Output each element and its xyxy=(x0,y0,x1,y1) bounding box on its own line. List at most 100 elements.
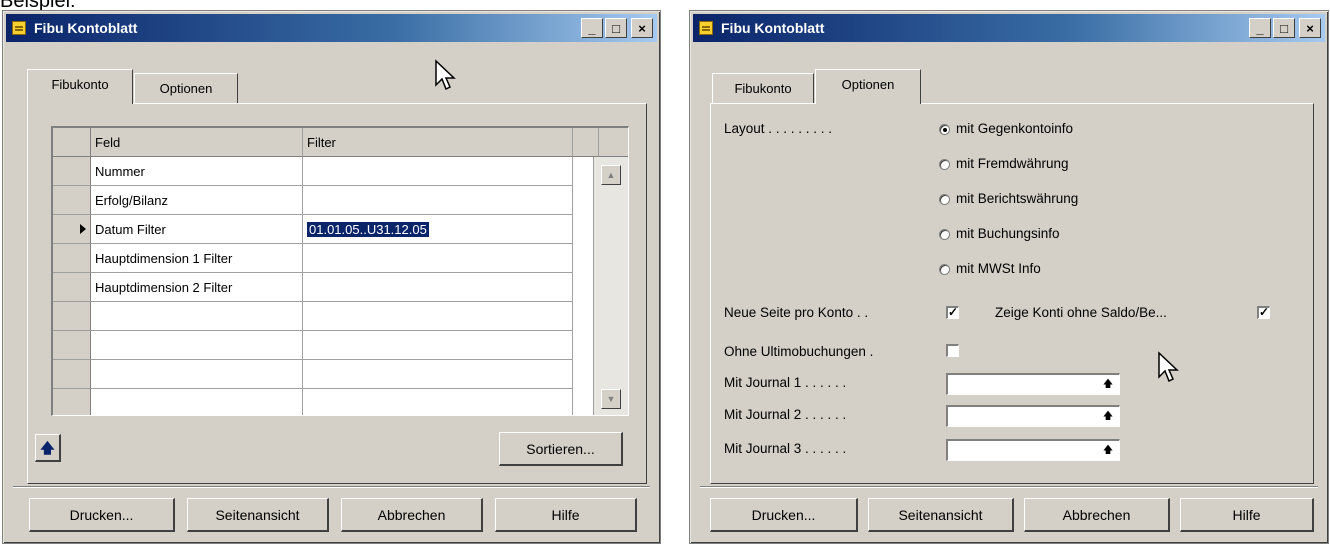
column-header-extra xyxy=(573,128,599,157)
feld-cell[interactable] xyxy=(91,360,303,389)
divider xyxy=(13,486,650,488)
sortieren-button[interactable]: Sortieren... xyxy=(499,432,623,466)
feld-cell[interactable] xyxy=(91,302,303,331)
maximize-button[interactable]: □ xyxy=(1273,18,1295,38)
feld-cell[interactable]: Datum Filter xyxy=(91,215,303,244)
lookup-arrow-icon[interactable]: 🡅 xyxy=(1100,377,1116,392)
row-selector[interactable] xyxy=(53,389,91,415)
filter-cell[interactable] xyxy=(303,157,573,186)
filter-cell[interactable] xyxy=(303,331,573,360)
arrow-up-icon: 🡅 xyxy=(40,440,55,456)
filter-cell[interactable] xyxy=(303,389,573,415)
scroll-up-icon[interactable]: ▲ xyxy=(601,165,621,185)
tab-optionen[interactable]: Optionen xyxy=(134,73,238,103)
zeige-konti-label: Zeige Konti ohne Saldo/Be... xyxy=(995,305,1167,320)
radio-gegenkontoinfo[interactable] xyxy=(939,124,950,135)
table-row[interactable] xyxy=(53,389,628,415)
window-title: Fibu Kontoblatt xyxy=(721,20,825,36)
app-icon xyxy=(12,21,26,35)
table-row[interactable] xyxy=(53,360,628,389)
row-selector[interactable] xyxy=(53,302,91,331)
table-row[interactable]: Erfolg/Bilanz xyxy=(53,186,628,215)
title-bar[interactable]: Fibu Kontoblatt _ □ × xyxy=(6,14,657,42)
minimize-button[interactable]: _ xyxy=(581,18,603,38)
feld-cell[interactable]: Nummer xyxy=(91,157,303,186)
fibu-kontoblatt-window-fibukonto: Fibu Kontoblatt _ □ × Fibukonto Optionen… xyxy=(2,10,661,544)
filter-cell[interactable] xyxy=(303,244,573,273)
tab-fibukonto[interactable]: Fibukonto xyxy=(712,73,814,103)
radio-label[interactable]: mit Buchungsinfo xyxy=(956,226,1060,241)
lookup-arrow-icon[interactable]: 🡅 xyxy=(1100,443,1116,458)
table-row[interactable]: Hauptdimension 1 Filter xyxy=(53,244,628,273)
radio-label[interactable]: mit Gegenkontoinfo xyxy=(956,121,1073,136)
abbrechen-button[interactable]: Abbrechen xyxy=(1024,498,1170,532)
drucken-button[interactable]: Drucken... xyxy=(710,498,858,532)
maximize-button[interactable]: □ xyxy=(605,18,627,38)
table-row-current[interactable]: Datum Filter 01.01.05..U31.12.05 xyxy=(53,215,628,244)
filter-cell[interactable]: 01.01.05..U31.12.05 xyxy=(303,215,573,244)
neue-seite-checkbox[interactable]: ✓ xyxy=(946,306,959,319)
filter-cell[interactable] xyxy=(303,273,573,302)
close-button[interactable]: × xyxy=(631,18,653,38)
grid-header-row: Feld Filter xyxy=(53,128,628,157)
move-up-button[interactable]: 🡅 xyxy=(35,434,61,462)
lookup-arrow-icon[interactable]: 🡅 xyxy=(1100,409,1116,424)
app-icon xyxy=(699,21,713,35)
row-selector[interactable] xyxy=(53,360,91,389)
journal-2-label: Mit Journal 2 . . . . . . xyxy=(724,407,847,422)
current-row-arrow-icon xyxy=(80,224,86,234)
ohne-ultimo-checkbox[interactable] xyxy=(946,344,959,357)
filter-cell[interactable] xyxy=(303,360,573,389)
journal-3-label: Mit Journal 3 . . . . . . xyxy=(724,441,847,456)
radio-buchungsinfo[interactable] xyxy=(939,229,950,240)
feld-cell[interactable] xyxy=(91,389,303,415)
table-row[interactable] xyxy=(53,302,628,331)
radio-mwst-info[interactable] xyxy=(939,264,950,275)
feld-cell[interactable]: Erfolg/Bilanz xyxy=(91,186,303,215)
hilfe-button[interactable]: Hilfe xyxy=(1180,498,1314,532)
journal-3-field[interactable]: 🡅 xyxy=(946,439,1120,461)
layout-label: Layout . . . . . . . . . xyxy=(724,121,833,136)
journal-1-field[interactable]: 🡅 xyxy=(946,373,1120,395)
column-header-filter[interactable]: Filter xyxy=(303,128,573,157)
table-row[interactable]: Hauptdimension 2 Filter xyxy=(53,273,628,302)
filter-cell[interactable] xyxy=(303,302,573,331)
row-selector[interactable] xyxy=(53,157,91,186)
close-button[interactable]: × xyxy=(1299,18,1321,38)
journal-2-field[interactable]: 🡅 xyxy=(946,405,1120,427)
journal-1-label: Mit Journal 1 . . . . . . xyxy=(724,375,847,390)
scroll-down-icon[interactable]: ▼ xyxy=(601,389,621,409)
title-bar[interactable]: Fibu Kontoblatt _ □ × xyxy=(693,14,1325,42)
zeige-konti-checkbox[interactable]: ✓ xyxy=(1257,306,1270,319)
row-selector[interactable] xyxy=(53,244,91,273)
tab-optionen[interactable]: Optionen xyxy=(815,69,921,104)
row-selector-header xyxy=(53,128,91,157)
table-row[interactable]: Nummer xyxy=(53,157,628,186)
column-header-feld[interactable]: Feld xyxy=(91,128,303,157)
row-selector[interactable] xyxy=(53,331,91,360)
feld-cell[interactable]: Hauptdimension 1 Filter xyxy=(91,244,303,273)
row-selector[interactable] xyxy=(53,273,91,302)
radio-label[interactable]: mit MWSt Info xyxy=(956,261,1041,276)
divider xyxy=(700,486,1318,488)
tab-fibukonto[interactable]: Fibukonto xyxy=(27,69,133,104)
radio-fremdwaehrung[interactable] xyxy=(939,159,950,170)
seitenansicht-button[interactable]: Seitenansicht xyxy=(187,498,329,532)
filter-cell[interactable] xyxy=(303,186,573,215)
minimize-button[interactable]: _ xyxy=(1249,18,1271,38)
drucken-button[interactable]: Drucken... xyxy=(29,498,175,532)
vertical-scrollbar[interactable]: ▲ ▼ xyxy=(593,157,628,415)
radio-berichtswaehrung[interactable] xyxy=(939,194,950,205)
ohne-ultimo-label: Ohne Ultimobuchungen . xyxy=(724,344,874,359)
hilfe-button[interactable]: Hilfe xyxy=(495,498,637,532)
feld-cell[interactable] xyxy=(91,331,303,360)
filter-grid[interactable]: Feld Filter Nummer Erfolg/Bilanz Datum F… xyxy=(51,126,629,416)
table-row[interactable] xyxy=(53,331,628,360)
abbrechen-button[interactable]: Abbrechen xyxy=(341,498,483,532)
radio-label[interactable]: mit Berichtswährung xyxy=(956,191,1078,206)
feld-cell[interactable]: Hauptdimension 2 Filter xyxy=(91,273,303,302)
row-selector[interactable] xyxy=(53,186,91,215)
seitenansicht-button[interactable]: Seitenansicht xyxy=(868,498,1014,532)
radio-label[interactable]: mit Fremdwährung xyxy=(956,156,1069,171)
row-selector[interactable] xyxy=(53,215,91,244)
